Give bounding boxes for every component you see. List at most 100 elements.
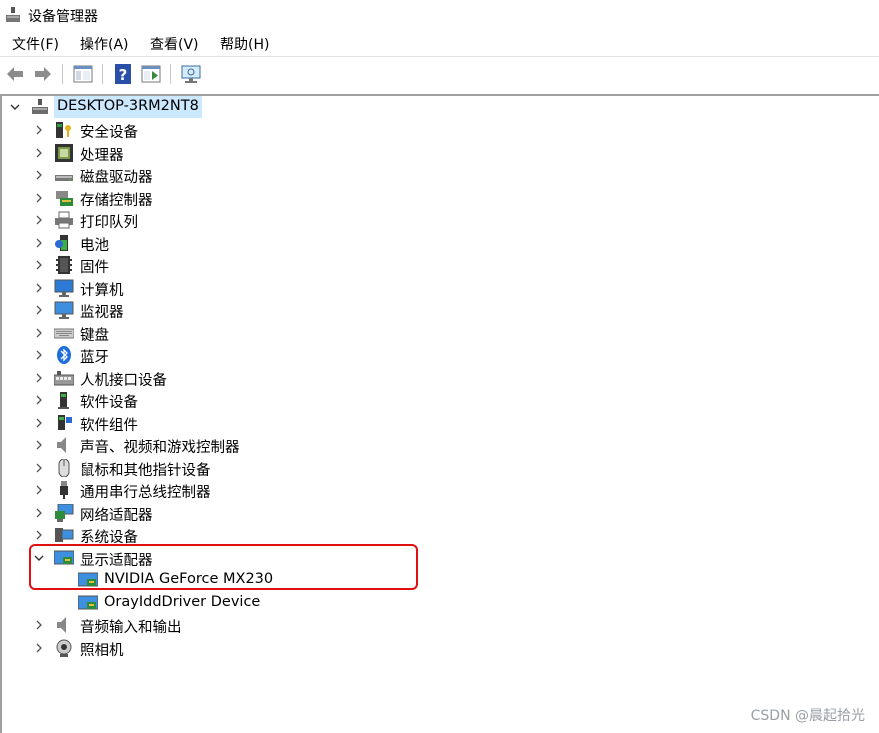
tree-item-audio-io[interactable]: 音频输入和输出 [0,614,879,636]
tree-label: 通用串行总线控制器 [80,485,211,501]
tree-label: 软件组件 [80,418,138,434]
tree-item-sound[interactable]: 声音、视频和游戏控制器 [0,434,879,456]
disk-drive-icon [55,175,73,181]
tree-label: 软件设备 [80,395,138,411]
tree-label: 打印队列 [80,215,138,231]
processor-icon [55,144,73,162]
toolbar-divider [62,64,63,84]
chevron-right-icon[interactable] [33,236,45,250]
chevron-right-icon[interactable] [33,326,45,340]
chevron-right-icon[interactable] [33,618,45,632]
toolbar-divider [170,64,171,84]
sound-icon [57,437,66,453]
root-label: DESKTOP-3RM2NT8 [57,98,199,114]
forward-arrow-icon[interactable] [32,63,54,85]
tree-label: OrayIddDriver Device [104,594,261,610]
tree-item-bluetooth[interactable]: 蓝牙 [0,344,879,366]
chevron-right-icon[interactable] [33,438,45,452]
chevron-right-icon[interactable] [33,191,45,205]
tree-item-hid[interactable]: 人机接口设备 [0,367,879,389]
tree-label: 电池 [80,238,109,254]
tree-label: 网络适配器 [80,508,153,524]
tree-item-storage[interactable]: 存储控制器 [0,187,879,209]
scan-hardware-icon[interactable] [180,63,202,85]
computer-icon [54,279,74,297]
tree-item-camera[interactable]: 照相机 [0,637,879,659]
menu-file[interactable]: 文件(F) [12,34,59,54]
chevron-right-icon[interactable] [33,281,45,295]
help-icon[interactable]: ? [112,63,134,85]
window-title: 设备管理器 [28,9,98,25]
tree-item-monitor[interactable]: 监视器 [0,299,879,321]
svg-text:?: ? [119,66,128,84]
software-component-icon [58,415,72,430]
keyboard-icon [54,328,74,339]
tree-item-print-queue[interactable]: 打印队列 [0,209,879,231]
title-bar: 设备管理器 [0,0,879,30]
tree-item-software-component[interactable]: 软件组件 [0,412,879,434]
chevron-right-icon[interactable] [33,506,45,520]
tree-label: 监视器 [80,305,124,321]
tree-label: 键盘 [80,328,109,344]
chevron-right-icon[interactable] [33,416,45,430]
chevron-right-icon[interactable] [33,213,45,227]
tree-item-computer[interactable]: 计算机 [0,277,879,299]
tree-item-system[interactable]: 系统设备 [0,524,879,546]
chevron-right-icon[interactable] [33,303,45,317]
tree-item-processor[interactable]: 处理器 [0,142,879,164]
chevron-right-icon[interactable] [33,393,45,407]
chevron-right-icon[interactable] [33,641,45,655]
tree-label: 鼠标和其他指针设备 [80,463,211,479]
show-hide-console-tree-icon[interactable] [72,63,94,85]
chevron-right-icon[interactable] [33,528,45,542]
chevron-right-icon[interactable] [33,146,45,160]
usb-icon [60,481,68,499]
chevron-down-icon[interactable] [9,100,21,114]
audio-io-icon [57,617,66,633]
tree-item-network[interactable]: 网络适配器 [0,502,879,524]
chevron-right-icon[interactable] [33,123,45,137]
chevron-right-icon[interactable] [33,348,45,362]
tree-label: 固件 [80,260,109,276]
chevron-right-icon[interactable] [33,168,45,182]
watermark: CSDN @晨起拾光 [750,708,865,724]
menu-bar: 文件(F) 操作(A) 查看(V) 帮助(H) [0,30,879,56]
tree-item-oray[interactable]: OrayIddDriver Device [0,592,879,614]
tree-label: 存储控制器 [80,193,153,209]
menu-help[interactable]: 帮助(H) [220,34,269,54]
tree-label: 照相机 [80,643,124,659]
chevron-right-icon[interactable] [33,258,45,272]
menu-action[interactable]: 操作(A) [80,34,129,54]
camera-icon [56,639,72,657]
tree-root[interactable]: DESKTOP-3RM2NT8 [0,96,879,118]
hid-icon [54,371,74,386]
toolbar: ? [0,57,879,91]
security-device-icon [56,122,71,138]
tree-item-usb[interactable]: 通用串行总线控制器 [0,479,879,501]
tree-item-keyboard[interactable]: 键盘 [0,322,879,344]
tree-label: 声音、视频和游戏控制器 [80,440,240,456]
chevron-right-icon[interactable] [33,461,45,475]
tree-label: 音频输入和输出 [80,620,182,636]
tree-item-mouse[interactable]: 鼠标和其他指针设备 [0,457,879,479]
chevron-right-icon[interactable] [33,371,45,385]
tree-item-battery[interactable]: 电池 [0,232,879,254]
chevron-right-icon[interactable] [33,483,45,497]
tree-label: 蓝牙 [80,350,109,366]
tree-item-firmware[interactable]: 固件 [0,254,879,276]
tree-item-software-device[interactable]: 软件设备 [0,389,879,411]
storage-controller-icon [56,191,73,206]
computer-root-icon [32,99,48,114]
firmware-icon [56,256,72,274]
tree-item-disk[interactable]: 磁盘驱动器 [0,164,879,186]
tree-label: 处理器 [80,148,124,164]
tree-item-security[interactable]: 安全设备 [0,119,879,141]
monitor-icon [54,301,74,319]
menu-view[interactable]: 查看(V) [150,34,199,54]
network-adapter-icon [55,504,74,522]
bluetooth-icon [57,346,71,364]
back-arrow-icon[interactable] [4,63,26,85]
tree-label: 磁盘驱动器 [80,170,153,186]
device-manager-icon [6,7,20,22]
properties-icon[interactable] [140,63,162,85]
